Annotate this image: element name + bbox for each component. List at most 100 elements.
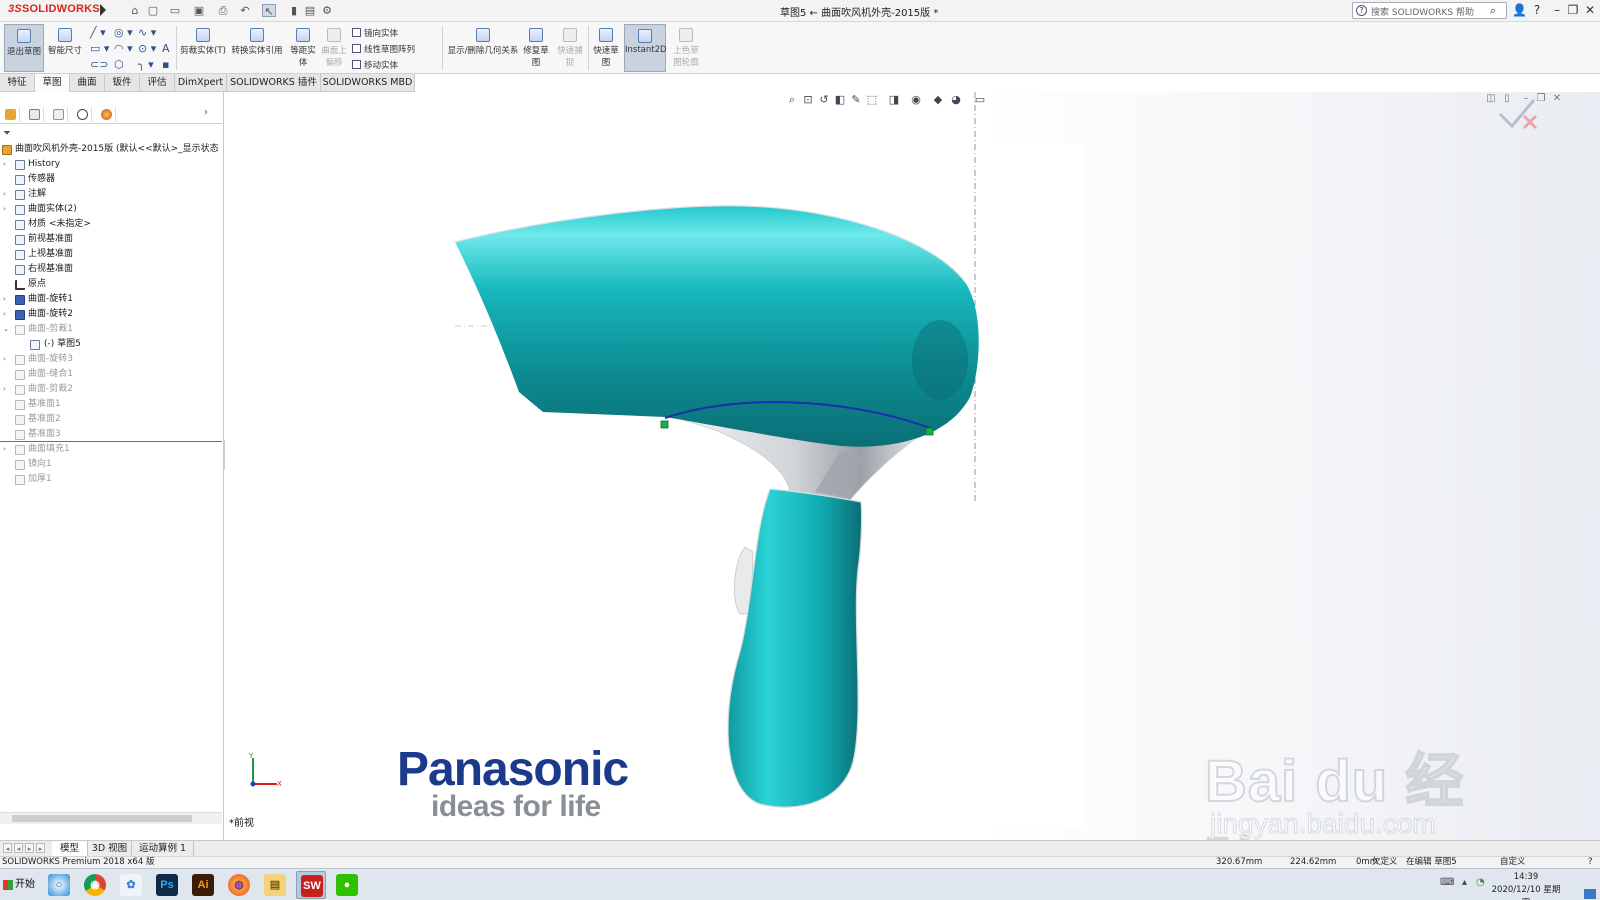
trim-entities-button[interactable]: 剪裁实体(T) [180,24,226,72]
polygon-icon[interactable]: ⬡ [114,59,124,70]
tree-item-surface-knit-1[interactable]: 曲面-缝合1 [0,367,222,382]
open-document-icon[interactable]: ▭ [168,4,182,17]
repair-sketch-button[interactable]: 修复草图 [522,24,550,72]
shaded-sketch-button[interactable]: 上色草图轮廓 [670,24,702,72]
tree-item-mirror-1[interactable]: 镜向1 [0,457,222,472]
taskbar-browser-app[interactable]: ○ [44,871,74,899]
tree-item-surface-fill-1[interactable]: › 曲面填充1 [0,442,222,457]
save-icon[interactable]: ▣ [192,4,206,17]
confirmation-corner[interactable] [1498,96,1538,130]
view-settings-icon[interactable]: ▭ [973,93,987,107]
tree-item-surface-revolve-2[interactable]: › 曲面-旋转2 [0,307,222,322]
display-relations-button[interactable]: 显示/删除几何关系 [446,24,520,72]
print-icon[interactable]: ⎙ [216,4,230,17]
tree-item-sketch-5[interactable]: (-) 草图5 [0,337,222,352]
taskbar-solidworks-app[interactable]: SW [296,871,326,899]
tree-item-sensors[interactable]: 传感器 [0,172,222,187]
tree-item-history[interactable]: › History [0,157,222,172]
display-manager-tab[interactable] [96,107,116,122]
spline-icon[interactable]: ∿ ▾ [138,27,156,38]
tab-motion-study[interactable]: 运动算例 1 [132,841,194,856]
next-tab-icon[interactable]: ▸ [25,843,34,853]
tree-item-right-plane[interactable]: 右视基准面 [0,262,222,277]
taskbar-wechat-app[interactable]: ● [332,871,362,899]
circle-icon[interactable]: ◎ ▾ [114,27,133,38]
previous-tab-icon[interactable]: ◂ [14,843,23,853]
graphics-area[interactable]: Panasonic ideas for life Bai du 经验 jingy… [225,92,1600,840]
tree-item-origin[interactable]: 原点 [0,277,222,292]
tab-solidworks-addins[interactable]: SOLIDWORKS 插件 [227,74,321,92]
feature-tree-scrollbar[interactable] [0,812,222,824]
display-style-icon[interactable]: ◨ [887,93,901,107]
network-status-icon[interactable]: ◔ [1476,877,1485,888]
line-icon[interactable]: ╱ ▾ [90,27,106,38]
last-tab-icon[interactable]: ▸ [36,843,45,853]
tree-item-top-plane[interactable]: 上视基准面 [0,247,222,262]
slot-icon[interactable]: ⊂⊃ [90,59,108,70]
hide-show-items-icon[interactable]: ◉ [909,93,923,107]
view-orientation-icon[interactable]: ⬚ [865,93,879,107]
new-document-icon[interactable]: ▢ [146,4,160,17]
quick-snaps-button[interactable]: 快速捕捉 [556,24,584,72]
tab-evaluate[interactable]: 评估 [140,74,175,92]
tab-sheet-metal[interactable]: 钣件 [105,74,140,92]
ellipse-icon[interactable]: ⊙ ▾ [138,43,156,54]
tab-solidworks-mbd[interactable]: SOLIDWORKS MBD [321,74,415,92]
expand-arrow-icon[interactable]: › [3,352,6,367]
tree-item-surface-trim-1[interactable]: ⌄ 曲面-剪裁1 [0,322,222,337]
smart-dimension-button[interactable]: 智能尺寸 [46,24,84,72]
move-entities-button[interactable]: 移动实体 [352,59,398,71]
tab-dimxpert[interactable]: DimXpert [175,74,227,92]
instant2d-button[interactable]: Instant2D [624,24,667,72]
tree-item-surface-revolve-3[interactable]: › 曲面-旋转3 [0,352,222,367]
expand-arrow-icon[interactable]: › [3,442,6,457]
menu-expand-arrow-icon[interactable] [100,4,106,16]
point-icon[interactable]: ▪ [162,59,169,70]
mirror-entities-button[interactable]: 镜向实体 [352,27,398,39]
tree-item-front-plane[interactable]: 前视基准面 [0,232,222,247]
tree-item-surface-revolve-1[interactable]: › 曲面-旋转1 [0,292,222,307]
search-icon[interactable]: ⌕ [1490,4,1496,18]
dimxpert-manager-tab[interactable] [72,107,92,122]
first-tab-icon[interactable]: ◂ [3,843,12,853]
expand-arrow-icon[interactable]: › [3,292,6,307]
text-icon[interactable]: A [162,43,170,54]
taskbar-photoshop-app[interactable]: Ps [152,871,182,899]
help-search-input[interactable]: ? 搜索 SOLIDWORKS 帮助 ⌕ [1352,2,1507,19]
dynamic-annotation-icon[interactable]: ✎ [849,93,863,107]
user-icon[interactable]: 👤 [1512,3,1527,18]
viewport-tile-icon[interactable]: ◫ [1485,93,1497,105]
arc-icon[interactable]: ◠ ▾ [114,43,133,54]
viewport-close-button[interactable]: ✕ [1551,93,1563,105]
taskbar-chrome-app[interactable]: ◉ [80,871,110,899]
solidworks-logo[interactable]: 3SSOLIDWORKS [8,3,100,19]
expand-arrow-icon[interactable]: › [3,307,6,322]
configuration-manager-tab[interactable] [48,107,68,122]
exit-sketch-button[interactable]: 退出草图 [4,24,44,72]
expand-arrow-icon[interactable]: › [3,202,6,217]
unit-system[interactable]: 自定义 [1500,857,1526,868]
taskbar-illustrator-app[interactable]: Ai [188,871,218,899]
collapse-arrow-icon[interactable]: ⌄ [3,322,9,337]
home-icon[interactable]: ⌂ [128,4,142,17]
tree-item-surface-bodies[interactable]: › 曲面实体(2) [0,202,222,217]
expand-arrow-icon[interactable]: › [3,382,6,397]
taskbar-network-app[interactable]: ✿ [116,871,146,899]
tree-item-plane-1[interactable]: 基准面1 [0,397,222,412]
tree-item-material[interactable]: 材质 <未指定> [0,217,222,232]
tree-item-thicken-1[interactable]: 加厚1 [0,472,222,487]
show-desktop-icon[interactable] [1584,889,1596,899]
tab-surfaces[interactable]: 曲面 [70,74,105,92]
expand-arrow-icon[interactable]: › [3,187,6,202]
tree-item-plane-2[interactable]: 基准面2 [0,412,222,427]
taskbar-firefox-app[interactable]: ◍ [224,871,254,899]
rebuild-icon[interactable]: ▮ [287,4,301,17]
rapid-sketch-button[interactable]: 快速草图 [592,24,620,72]
previous-view-icon[interactable]: ↺ [817,93,831,107]
keyboard-icon[interactable]: ⌨ [1440,877,1454,888]
zoom-to-area-icon[interactable]: ⊡ [801,93,815,107]
tab-sketch[interactable]: 草图 [35,74,70,92]
apply-scene-icon[interactable]: ◕ [949,93,963,107]
rectangle-icon[interactable]: ▭ ▾ [90,43,109,54]
feature-manager-tab[interactable] [0,107,20,122]
